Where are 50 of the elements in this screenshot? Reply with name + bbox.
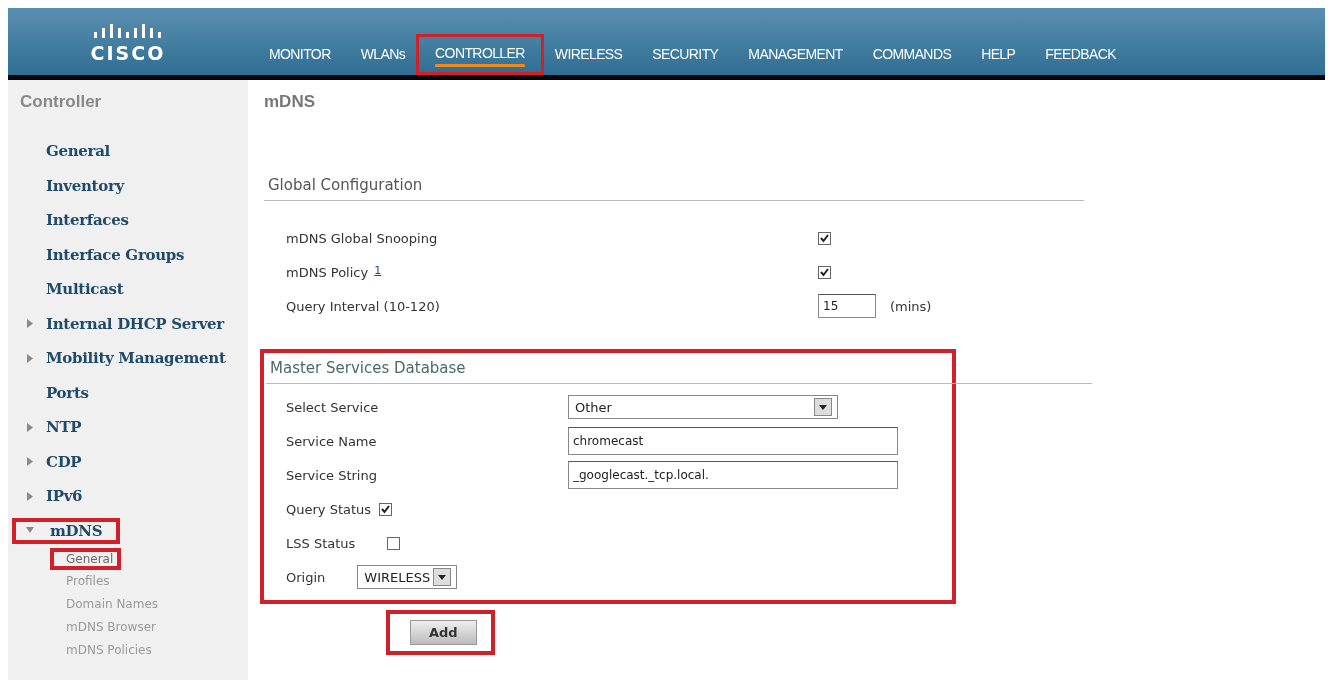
input-field[interactable]: _googlecast._tcp.local. xyxy=(568,461,898,489)
nav-tab[interactable]: SECURITY xyxy=(637,39,734,69)
expand-icon[interactable] xyxy=(26,319,34,329)
input-field[interactable]: 15 xyxy=(818,294,876,318)
page-title: mDNS xyxy=(264,92,316,113)
sidebar-item[interactable]: IPv6 xyxy=(46,487,83,506)
sidebar-item[interactable]: Inventory xyxy=(46,176,124,195)
field-label: Service String xyxy=(286,467,378,483)
sidebar-item[interactable]: mDNS xyxy=(12,517,121,544)
sidebar-item[interactable]: Ports xyxy=(46,383,89,402)
sidebar-item[interactable]: Interfaces xyxy=(46,211,129,230)
sidebar-title: Controller xyxy=(20,92,103,112)
checkbox[interactable] xyxy=(379,502,393,516)
field-label: Query Status xyxy=(286,501,372,517)
field-label: Origin xyxy=(286,569,326,585)
expand-icon[interactable] xyxy=(26,457,34,467)
field-label: Service Name xyxy=(286,433,378,449)
help-link[interactable]: 1 xyxy=(374,263,382,277)
sidebar-item[interactable]: NTP xyxy=(46,418,82,437)
field-label: Query Interval (10-120) xyxy=(286,298,440,314)
dropdown[interactable]: Other xyxy=(568,395,838,419)
add-button[interactable]: Add xyxy=(410,620,477,645)
nav-tab[interactable]: COMMANDS xyxy=(857,39,967,69)
checkbox[interactable] xyxy=(818,231,831,245)
nav-tab[interactable]: HELP xyxy=(966,39,1031,69)
field-label: mDNS Global Snooping xyxy=(286,230,438,246)
sidebar-item[interactable]: Internal DHCP Server xyxy=(46,314,224,333)
nav-tab[interactable]: FEEDBACK xyxy=(1030,39,1131,69)
sidebar-item[interactable]: Interface Groups xyxy=(46,245,185,264)
field-label: LSS Status xyxy=(286,535,356,551)
sidebar-item[interactable]: Mobility Management xyxy=(46,349,226,368)
sidebar-item[interactable]: General xyxy=(46,142,111,161)
sidebar-item[interactable]: Multicast xyxy=(46,280,124,299)
input-field[interactable]: chromecast xyxy=(568,427,898,455)
section-title: Master Services Database xyxy=(266,353,1092,384)
field-label: mDNS Policy xyxy=(286,264,369,280)
expand-icon[interactable] xyxy=(26,353,34,363)
section-title: Global Configuration xyxy=(264,170,1084,201)
sidebar-item[interactable]: CDP xyxy=(46,452,82,471)
logo-text: CISCO xyxy=(90,41,166,64)
expand-icon[interactable] xyxy=(26,422,34,432)
nav-tab[interactable]: MONITOR xyxy=(254,39,346,69)
expand-icon[interactable] xyxy=(26,491,34,501)
sidebar-subitem[interactable]: General xyxy=(50,548,122,570)
checkbox[interactable] xyxy=(818,265,831,279)
unit-label: (mins) xyxy=(890,298,932,314)
field-label: Select Service xyxy=(286,399,380,415)
nav-tab[interactable]: CONTROLLER xyxy=(416,34,544,75)
checkbox[interactable] xyxy=(387,536,401,550)
nav-tab[interactable]: MANAGEMENT xyxy=(733,39,858,69)
